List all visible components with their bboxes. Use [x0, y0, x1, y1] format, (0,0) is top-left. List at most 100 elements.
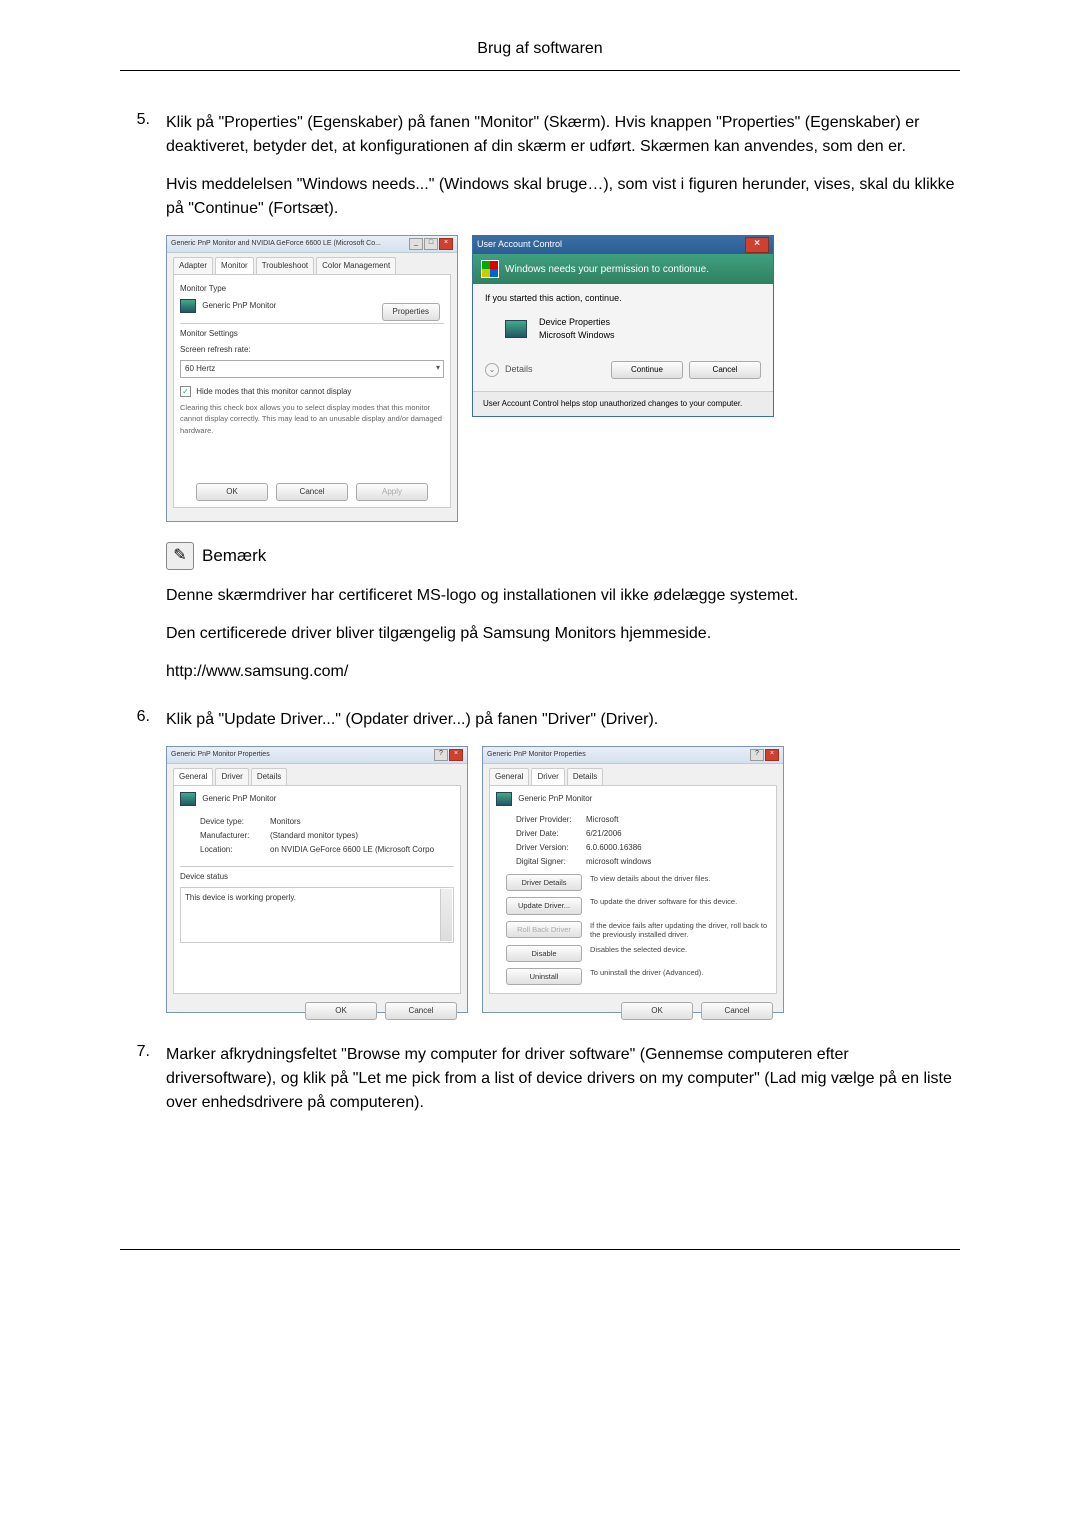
loc-k: Location:	[200, 844, 264, 856]
devtype-row: Device type: Monitors	[200, 816, 454, 828]
continue-button[interactable]: Continue	[611, 361, 683, 379]
tab-troubleshoot[interactable]: Troubleshoot	[256, 257, 314, 274]
screenshot-row-1: Generic PnP Monitor and NVIDIA GeForce 6…	[166, 235, 960, 522]
provider-row: Driver Provider:Microsoft	[516, 814, 770, 826]
note-heading: ✎ Bemærk	[166, 542, 960, 570]
status-box: This device is working properly.	[180, 887, 454, 943]
properties-general-dialog: Generic PnP Monitor Properties ? × Gener…	[166, 746, 468, 1013]
tab-details[interactable]: Details	[251, 768, 287, 785]
refresh-rate-label: Screen refresh rate:	[180, 344, 444, 356]
rollback-button[interactable]: Roll Back Driver	[506, 921, 582, 938]
titlebar: Generic PnP Monitor Properties ? ×	[167, 747, 467, 764]
uac-details[interactable]: Details	[505, 363, 533, 377]
disable-button[interactable]: Disable	[506, 945, 582, 962]
ok-button[interactable]: OK	[621, 1002, 693, 1020]
cancel-button[interactable]: Cancel	[689, 361, 761, 379]
hide-modes-checkbox[interactable]: ✓	[180, 386, 191, 397]
hide-modes-row: ✓ Hide modes that this monitor cannot di…	[180, 386, 444, 398]
close-icon[interactable]: ×	[449, 749, 463, 761]
help-icon[interactable]: ?	[434, 749, 448, 761]
monitor-name: Generic PnP Monitor	[518, 794, 592, 803]
uac-message: If you started this action, continue.	[485, 292, 761, 306]
tab-monitor[interactable]: Monitor	[215, 257, 254, 274]
uac-title-text: User Account Control	[477, 238, 562, 252]
provider-v: Microsoft	[586, 814, 618, 826]
cancel-button[interactable]: Cancel	[276, 483, 348, 501]
tab-general[interactable]: General	[489, 768, 529, 785]
step-body: Klik på "Update Driver..." (Opdater driv…	[166, 708, 960, 1033]
uac-footer: User Account Control helps stop unauthor…	[473, 391, 773, 416]
update-driver-button[interactable]: Update Driver...	[506, 897, 582, 914]
step-7-p1: Marker afkrydningsfeltet "Browse my comp…	[166, 1043, 960, 1115]
chevron-down-icon[interactable]: ⌄	[485, 363, 499, 377]
window-title: Generic PnP Monitor and NVIDIA GeForce 6…	[171, 239, 381, 250]
note-p1: Denne skærmdriver har certificeret MS-lo…	[166, 584, 960, 608]
divider	[180, 866, 454, 867]
tab-color-management[interactable]: Color Management	[316, 257, 396, 274]
devtype-v: Monitors	[270, 816, 301, 828]
tab-driver[interactable]: Driver	[215, 768, 248, 785]
tab-driver[interactable]: Driver	[531, 768, 564, 785]
cancel-button[interactable]: Cancel	[385, 1002, 457, 1020]
loc-row: Location:on NVIDIA GeForce 6600 LE (Micr…	[200, 844, 454, 856]
titlebar: Generic PnP Monitor Properties ? ×	[483, 747, 783, 764]
dialog-button-row: OK Cancel Apply	[174, 483, 450, 501]
divider	[180, 323, 444, 324]
uac-buttons: Continue Cancel	[611, 361, 761, 379]
screenshot-row-2: Generic PnP Monitor Properties ? × Gener…	[166, 746, 960, 1013]
help-icon[interactable]: ?	[750, 749, 764, 761]
uac-app-info: Device Properties Microsoft Windows	[505, 316, 761, 343]
dialog-button-row: OK Cancel	[167, 1002, 467, 1026]
ok-button[interactable]: OK	[196, 483, 268, 501]
monitor-icon	[496, 792, 512, 806]
date-row: Driver Date:6/21/2006	[516, 828, 770, 840]
status-text: This device is working properly.	[185, 893, 296, 902]
window-controls: ? ×	[434, 749, 463, 761]
ok-button[interactable]: OK	[305, 1002, 377, 1020]
monitor-icon	[505, 320, 527, 338]
hide-modes-desc: Clearing this check box allows you to se…	[180, 402, 444, 436]
update-driver-desc: To update the driver software for this d…	[590, 897, 770, 906]
monitor-settings-label: Monitor Settings	[180, 328, 444, 340]
uninstall-button[interactable]: Uninstall	[506, 968, 582, 985]
step-6: 6. Klik på "Update Driver..." (Opdater d…	[120, 708, 960, 1033]
monitor-row: Generic PnP Monitor	[180, 792, 454, 806]
properties-button[interactable]: Properties	[382, 303, 440, 321]
close-icon[interactable]: ×	[765, 749, 779, 761]
cancel-button[interactable]: Cancel	[701, 1002, 773, 1020]
step-number: 7.	[120, 1043, 166, 1129]
signer-row: Digital Signer:microsoft windows	[516, 856, 770, 868]
tab-adapter[interactable]: Adapter	[173, 257, 213, 274]
tab-general[interactable]: General	[173, 768, 213, 785]
monitor-name: Generic PnP Monitor	[202, 794, 276, 803]
note-label: Bemærk	[202, 543, 266, 569]
close-icon[interactable]: ×	[745, 237, 769, 253]
maximize-icon[interactable]: □	[424, 238, 438, 250]
document-page: Brug af softwaren 5. Klik på "Properties…	[0, 0, 1080, 1310]
pencil-icon: ✎	[166, 542, 194, 570]
close-icon[interactable]: ×	[439, 238, 453, 250]
version-v: 6.0.6000.16386	[586, 842, 642, 854]
monitor-icon	[180, 299, 196, 313]
uac-dialog: User Account Control × Windows needs you…	[472, 235, 774, 417]
shield-icon	[481, 260, 499, 278]
step-5: 5. Klik på "Properties" (Egenskaber) på …	[120, 111, 960, 698]
apply-button[interactable]: Apply	[356, 483, 428, 501]
btnrow-disable: Disable Disables the selected device.	[506, 945, 770, 962]
devtype-k: Device type:	[200, 816, 264, 828]
uac-titlebar: User Account Control ×	[473, 236, 773, 254]
monitor-name: Generic PnP Monitor	[202, 301, 276, 310]
monitor-row: Generic PnP Monitor	[496, 792, 770, 806]
tab-details[interactable]: Details	[567, 768, 603, 785]
driver-details-button[interactable]: Driver Details	[506, 874, 582, 891]
disable-desc: Disables the selected device.	[590, 945, 770, 954]
uac-app-vendor: Microsoft Windows	[539, 329, 615, 343]
uac-details-row: ⌄ Details	[485, 363, 533, 377]
uac-banner-text: Windows needs your permission to contion…	[505, 262, 709, 277]
dialog-tabs: Adapter Monitor Troubleshoot Color Manag…	[167, 253, 457, 274]
minimize-icon[interactable]: _	[409, 238, 423, 250]
version-k: Driver Version:	[516, 842, 580, 854]
refresh-rate-select[interactable]: 60 Hertz	[180, 360, 444, 378]
driver-details-desc: To view details about the driver files.	[590, 874, 770, 883]
window-title: Generic PnP Monitor Properties	[487, 750, 586, 761]
